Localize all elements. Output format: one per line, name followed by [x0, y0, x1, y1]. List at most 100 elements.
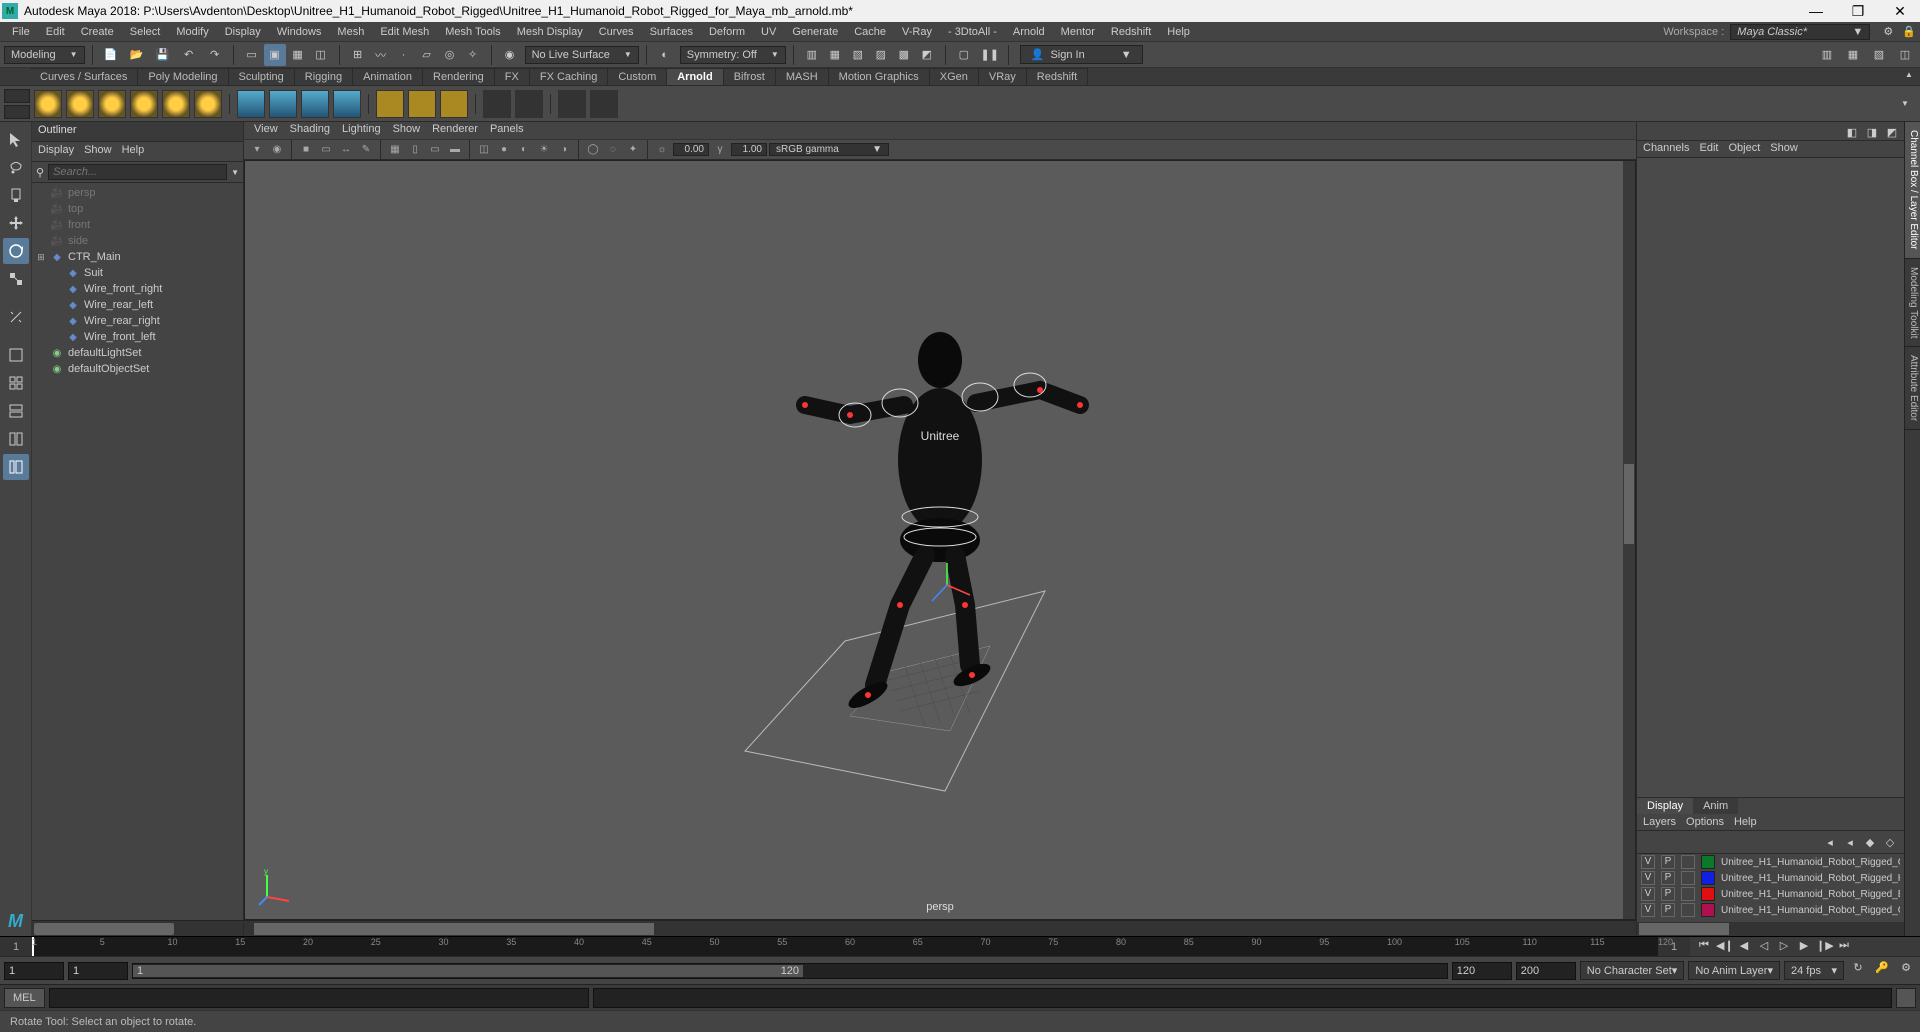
close-button[interactable]: ✕	[1888, 3, 1912, 20]
grid-icon[interactable]: ▦	[386, 141, 404, 159]
menu-modify[interactable]: Modify	[168, 24, 216, 40]
outliner-item-wire_front_right[interactable]: ◆Wire_front_right	[32, 281, 243, 297]
script-editor-icon[interactable]	[1896, 988, 1916, 1008]
workspace-gear-icon[interactable]: ⚙	[1880, 24, 1896, 40]
panel-layout-3-icon[interactable]: ▧	[1868, 44, 1890, 66]
viewport-canvas[interactable]: Unitree y persp	[244, 160, 1636, 920]
playback-start-field[interactable]: 1	[68, 962, 128, 980]
smooth-shade-icon[interactable]: ●	[495, 141, 513, 159]
arnold-render-icon[interactable]	[590, 90, 618, 118]
live-surface-toggle-icon[interactable]: ◉	[499, 44, 521, 66]
menu-help[interactable]: Help	[1159, 24, 1198, 40]
colorspace-dropdown[interactable]: sRGB gamma▼	[769, 143, 889, 156]
pause-icon[interactable]: ❚❚	[979, 44, 1001, 66]
outliner-item-side[interactable]: 🎥side	[32, 233, 243, 249]
playblast-icon[interactable]: ▢	[953, 44, 975, 66]
shadows-icon[interactable]: ◑	[555, 141, 573, 159]
layer-move-up-icon[interactable]: ◂	[1822, 834, 1838, 850]
layer-color-swatch[interactable]	[1701, 887, 1715, 901]
menu-redshift[interactable]: Redshift	[1103, 24, 1159, 40]
side-tab-modeling-toolkit[interactable]: Modeling Toolkit	[1905, 259, 1920, 348]
select-tool-icon[interactable]	[3, 126, 29, 152]
hypershade-icon[interactable]: ▥	[801, 44, 823, 66]
open-scene-icon[interactable]: 📂	[126, 44, 148, 66]
cb-icon-2[interactable]: ◨	[1864, 124, 1880, 140]
select-object-icon[interactable]: ▦	[287, 44, 309, 66]
outliner-menu-show[interactable]: Show	[84, 144, 112, 159]
last-tool-icon[interactable]	[3, 304, 29, 330]
film-gate-icon[interactable]: ▯	[406, 141, 424, 159]
playback-end-field[interactable]: 120	[1452, 962, 1512, 980]
exposure-icon[interactable]: ☼	[653, 141, 671, 159]
arnold-physical-sky-icon[interactable]	[194, 90, 222, 118]
render-settings-icon[interactable]: ▩	[893, 44, 915, 66]
outliner-item-wire_rear_left[interactable]: ◆Wire_rear_left	[32, 297, 243, 313]
outliner-menu-display[interactable]: Display	[38, 144, 74, 159]
resolution-gate-icon[interactable]: ▭	[426, 141, 444, 159]
prefs-icon[interactable]: ⚙	[1896, 961, 1916, 981]
vp-menu-show[interactable]: Show	[393, 123, 421, 138]
layer-type-toggle[interactable]	[1681, 903, 1695, 917]
mode-dropdown[interactable]: Modeling▼	[4, 46, 85, 64]
arnold-procedural-icon[interactable]	[333, 90, 361, 118]
live-surface-dropdown[interactable]: No Live Surface▼	[525, 46, 639, 64]
snap-view-icon[interactable]: ◎	[439, 44, 461, 66]
move-tool-icon[interactable]	[3, 210, 29, 236]
arnold-volume-icon[interactable]	[301, 90, 329, 118]
arnold-area-light-icon[interactable]	[66, 90, 94, 118]
shelf-tab-rendering[interactable]: Rendering	[423, 68, 495, 85]
lasso-tool-icon[interactable]	[3, 154, 29, 180]
outliner-item-top[interactable]: 🎥top	[32, 201, 243, 217]
shelf-tab-rigging[interactable]: Rigging	[295, 68, 353, 85]
symmetry-toggle-icon[interactable]: ◐	[654, 44, 676, 66]
outliner-item-ctr_main[interactable]: ⊞◆CTR_Main	[32, 249, 243, 265]
layer-playback-toggle[interactable]: P	[1661, 887, 1675, 901]
arnold-shader-network-icon[interactable]	[515, 90, 543, 118]
snap-point-icon[interactable]: ·	[393, 44, 415, 66]
shelf-scroll-down-icon[interactable]: ▼	[1894, 93, 1916, 115]
outliner-item-wire_rear_right[interactable]: ◆Wire_rear_right	[32, 313, 243, 329]
ipr-icon[interactable]: ▨	[870, 44, 892, 66]
snap-live-icon[interactable]: ✧	[462, 44, 484, 66]
shelf-tab-poly-modeling[interactable]: Poly Modeling	[138, 68, 228, 85]
symmetry-dropdown[interactable]: Symmetry: Off▼	[680, 46, 786, 64]
range-end-field[interactable]: 200	[1516, 962, 1576, 980]
cb-icon-1[interactable]: ◧	[1844, 124, 1860, 140]
menu-display[interactable]: Display	[217, 24, 269, 40]
shelf-tab-curves-surfaces[interactable]: Curves / Surfaces	[30, 68, 138, 85]
use-lights-icon[interactable]: ☀	[535, 141, 553, 159]
menu-arnold[interactable]: Arnold	[1005, 24, 1053, 40]
image-plane-icon[interactable]: ▭	[317, 141, 335, 159]
ch-channels[interactable]: Channels	[1643, 142, 1689, 156]
command-input[interactable]	[49, 988, 589, 1008]
arnold-flush-icon[interactable]	[376, 90, 404, 118]
menu-deform[interactable]: Deform	[701, 24, 753, 40]
textured-icon[interactable]: ◐	[515, 141, 533, 159]
side-tab-channelbox[interactable]: Channel Box / Layer Editor	[1905, 122, 1920, 259]
select-component-icon[interactable]: ◫	[310, 44, 332, 66]
arnold-create-shader-icon[interactable]	[483, 90, 511, 118]
layer-row[interactable]: V P Unitree_H1_Humanoid_Robot_Rigged_Bon…	[1637, 886, 1904, 902]
shelf-scroll-up-icon[interactable]: ▲	[1898, 63, 1920, 85]
menu-mesh-tools[interactable]: Mesh Tools	[437, 24, 508, 40]
menu-windows[interactable]: Windows	[269, 24, 330, 40]
arnold-photometric-icon[interactable]	[130, 90, 158, 118]
menu-mesh-display[interactable]: Mesh Display	[509, 24, 591, 40]
shelf-tab-fx[interactable]: FX	[495, 68, 530, 85]
layers-menu[interactable]: Layers	[1643, 816, 1676, 828]
menu-mesh[interactable]: Mesh	[329, 24, 372, 40]
arnold-light-portal-icon[interactable]	[162, 90, 190, 118]
shelf-menu-icon[interactable]	[4, 89, 30, 103]
menu-select[interactable]: Select	[122, 24, 169, 40]
shelf-edit-icon[interactable]	[4, 105, 30, 119]
outliner-item-defaultlightset[interactable]: ◉defaultLightSet	[32, 345, 243, 361]
shelf-tab-bifrost[interactable]: Bifrost	[724, 68, 776, 85]
ch-edit[interactable]: Edit	[1699, 142, 1718, 156]
search-dropdown-icon[interactable]: ▼	[231, 168, 239, 177]
lock-icon[interactable]: 🔒	[1902, 25, 1916, 38]
workspace-dropdown[interactable]: Maya Classic*▼	[1730, 24, 1870, 40]
select-mode-icon[interactable]: ▭	[241, 44, 263, 66]
two-pane-v-icon[interactable]	[3, 398, 29, 424]
minimize-button[interactable]: —	[1804, 3, 1828, 20]
layer-row[interactable]: V P Unitree_H1_Humanoid_Robot_Rigged_Con…	[1637, 902, 1904, 918]
